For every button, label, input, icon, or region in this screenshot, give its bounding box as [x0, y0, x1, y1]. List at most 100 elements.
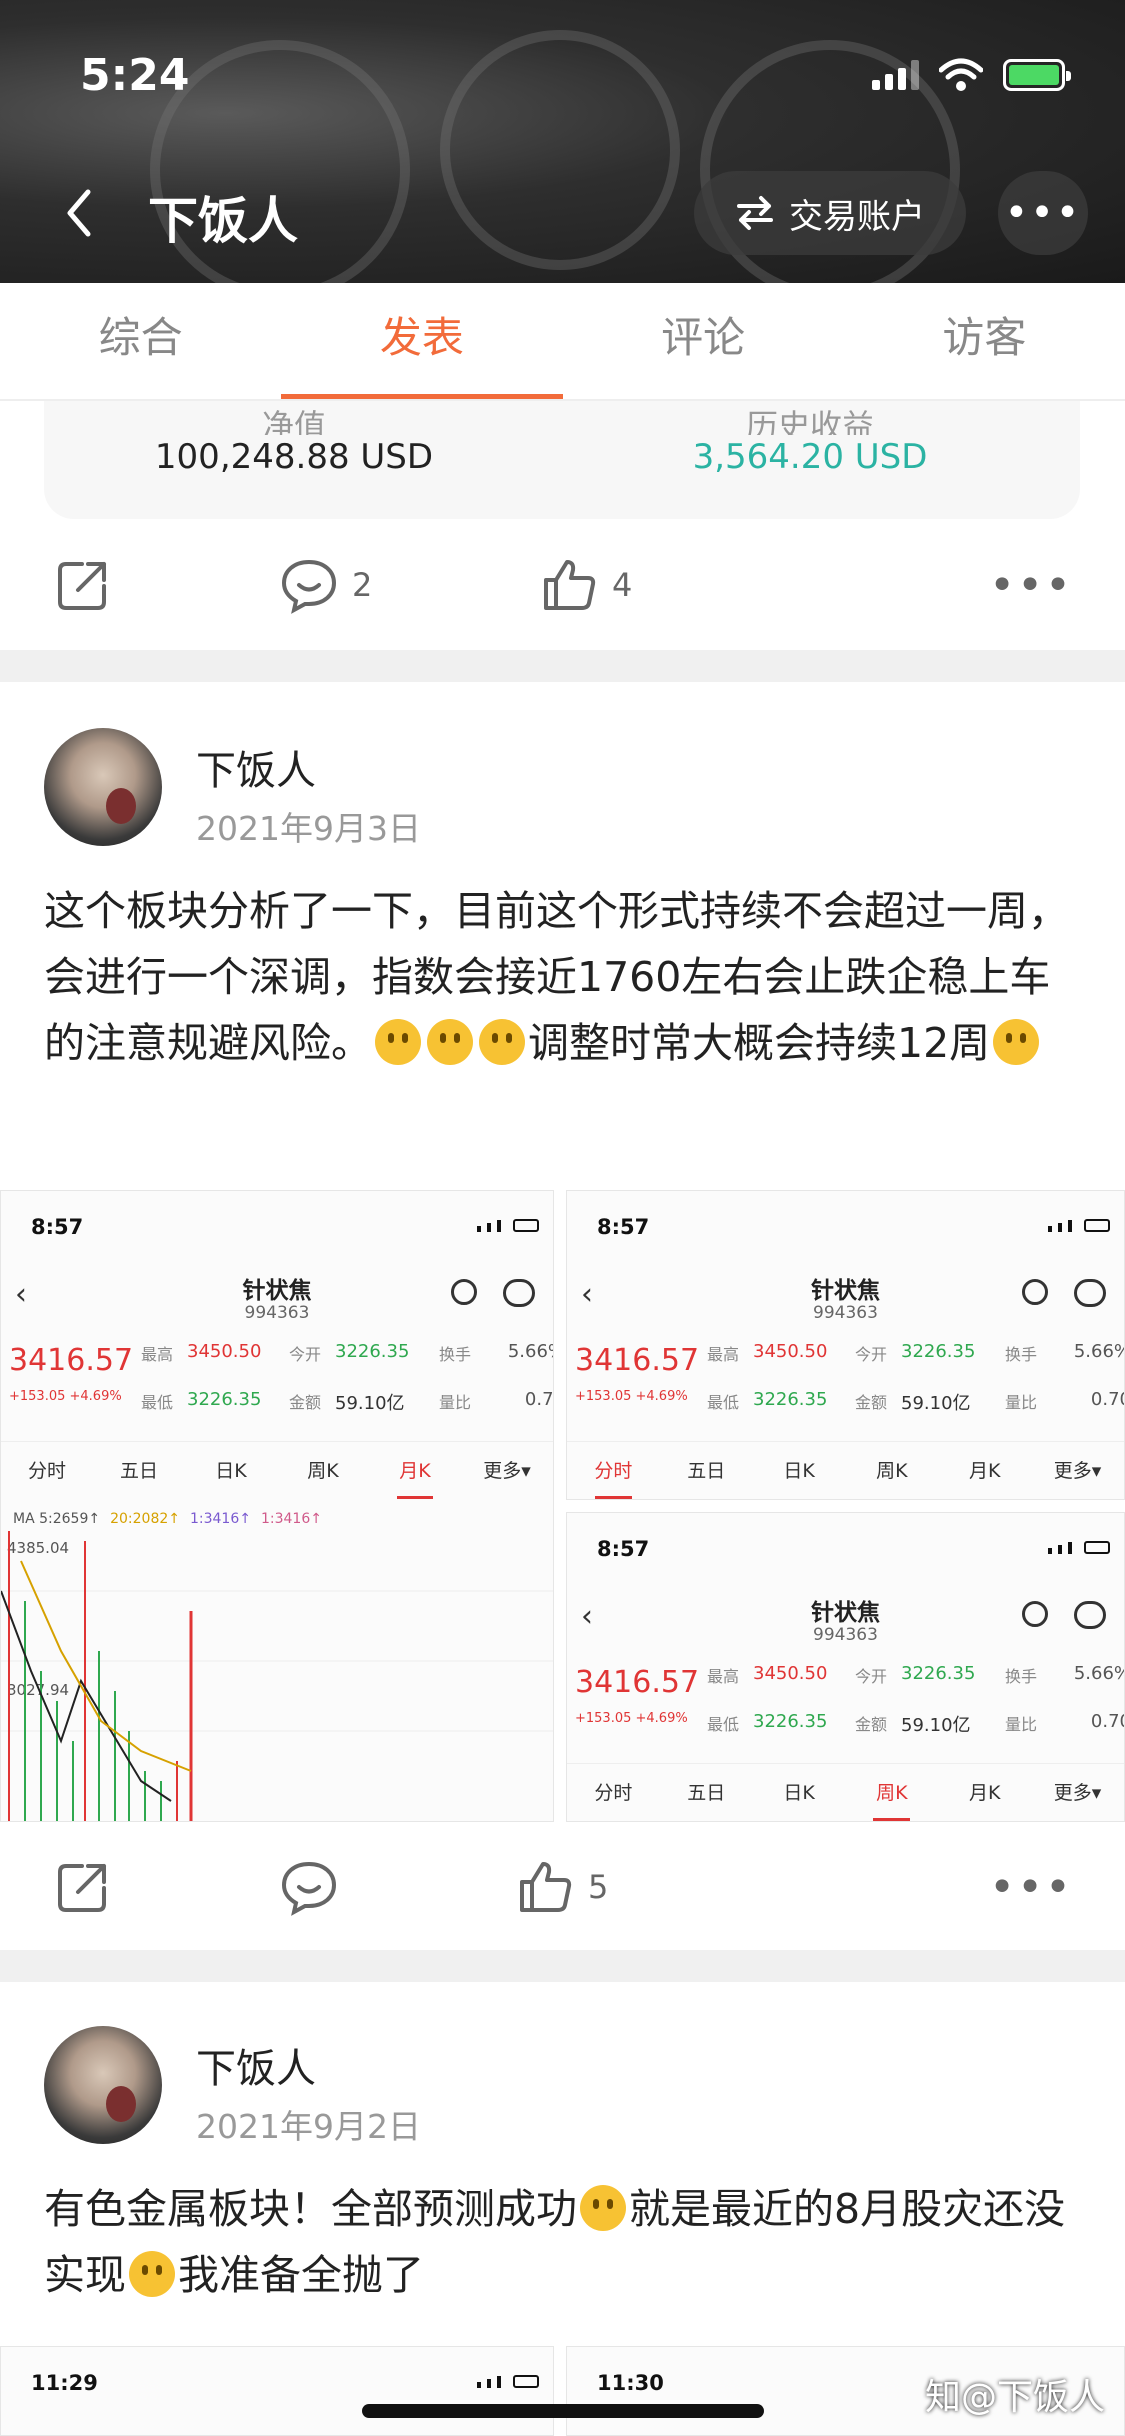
post-text-part: 调整时常大概会持续12周 — [528, 1019, 991, 1067]
thumbs-up-icon — [520, 1862, 572, 1912]
history-gain: 3,564.20 USD — [692, 437, 928, 477]
image-tab: 月K — [968, 1460, 1001, 1482]
ma-20: 20:2082↑ — [110, 1511, 180, 1527]
label-high: 最高 — [707, 1667, 740, 1686]
image-status-time: 11:29 — [31, 2371, 98, 2395]
image-tab: 更多▾ — [483, 1460, 531, 1482]
image-tab: 分时 — [27, 1460, 66, 1482]
image-quote-row: 最高 3450.50 今开 3226.35 换手 5.66% — [141, 1341, 553, 1365]
value-low: 3226.35 — [753, 1711, 828, 1732]
post-image[interactable]: 8:57 ‹ 针状焦 994363 3416.57 +153.05 +4.69%… — [566, 1190, 1125, 1500]
trade-account-label: 交易账户 — [789, 196, 925, 237]
history-gain-label: 历史收益 — [745, 407, 874, 435]
image-status-icons — [477, 1219, 539, 1232]
image-price: 3416.57 — [9, 1343, 134, 1378]
image-change: +153.05 +4.69% — [575, 1389, 688, 1404]
image-tab: 日K — [783, 1782, 815, 1804]
post-more-button[interactable]: ••• — [989, 560, 1073, 611]
image-search-icon — [1022, 1601, 1048, 1627]
image-search-icon — [451, 1279, 477, 1305]
post-image[interactable]: 11:29 — [0, 2346, 554, 2436]
post-author[interactable]: 下饭人 — [196, 2036, 316, 2094]
value-high: 3450.50 — [753, 1341, 828, 1362]
comment-count: 2 — [352, 566, 373, 604]
value-amount: 59.10亿 — [335, 1393, 405, 1414]
image-stock-code: 994363 — [813, 1303, 878, 1323]
more-options-button[interactable]: ••• — [998, 171, 1088, 255]
swap-arrows-icon — [737, 196, 773, 230]
upside-down-face-emoji-icon — [479, 1019, 525, 1065]
status-time: 5:24 — [80, 50, 190, 101]
section-divider — [0, 650, 1125, 682]
image-tab: 日K — [215, 1460, 247, 1482]
account-stats-card: 净值 100,248.88 USD 历史收益 3,564.20 USD — [44, 401, 1080, 519]
image-stock-code: 994363 — [813, 1625, 878, 1645]
avatar[interactable] — [44, 2026, 162, 2144]
value-ratio: 0.70 — [1090, 1389, 1124, 1410]
profile-header: 5:24 下饭人 交易账户 ••• — [0, 0, 1125, 283]
label-low: 最低 — [707, 1393, 740, 1412]
value-open: 3226.35 — [335, 1341, 410, 1362]
like-button[interactable]: 5 — [516, 1832, 608, 1942]
net-value-label: 净值 — [261, 407, 326, 435]
image-chat-icon — [1074, 1601, 1106, 1629]
comment-button[interactable]: 2 — [280, 530, 372, 640]
section-divider — [0, 1950, 1125, 1982]
profile-tabs: 综合 发表 评论 访客 — [0, 283, 1125, 401]
like-button[interactable]: 4 — [540, 530, 632, 640]
thumbs-up-icon — [544, 560, 596, 610]
label-amount: 金额 — [855, 1715, 888, 1734]
image-status-time: 8:57 — [597, 1215, 650, 1239]
image-tab: 月K — [968, 1782, 1001, 1804]
value-ratio: 0.70 — [524, 1389, 554, 1410]
like-count: 5 — [588, 1868, 609, 1906]
label-amount: 金额 — [289, 1393, 322, 1412]
image-quote-row: 最高 3450.50 今开 3226.35 换手 5.66% — [707, 1663, 1124, 1687]
label-turnover: 换手 — [1005, 1667, 1038, 1686]
image-status-time: 8:57 — [597, 1537, 650, 1561]
image-period-tabs: 分时 五日 日K 周K 月K 更多▾ — [567, 1763, 1124, 1821]
post-action-bar: 5 ••• — [0, 1832, 1125, 1942]
back-button[interactable] — [40, 165, 118, 261]
comment-icon — [281, 1861, 337, 1916]
post-author[interactable]: 下饭人 — [196, 738, 316, 796]
image-status-time: 8:57 — [31, 1215, 84, 1239]
chevron-left-icon — [67, 189, 91, 237]
tab-visitors[interactable]: 访客 — [844, 283, 1125, 399]
post-more-button[interactable]: ••• — [989, 1862, 1073, 1913]
value-turnover: 5.66% — [507, 1341, 553, 1362]
label-turnover: 换手 — [439, 1345, 472, 1364]
image-quote-row: 最低 3226.35 金额 59.10亿 量比 0.70 — [707, 1389, 1124, 1415]
avatar[interactable] — [44, 728, 162, 846]
comment-button[interactable] — [280, 1832, 338, 1942]
tab-posts[interactable]: 发表 — [281, 283, 563, 399]
image-tab: 更多▾ — [1053, 1460, 1102, 1482]
share-button[interactable] — [54, 530, 112, 640]
label-ratio: 量比 — [1005, 1715, 1038, 1734]
label-open: 今开 — [289, 1345, 322, 1364]
image-tab: 日K — [783, 1460, 815, 1482]
post-image[interactable]: 8:57 ‹ 针状焦 994363 3416.57 +153.05 +4.69%… — [566, 1512, 1125, 1822]
watermark: 知@下饭人 — [924, 2377, 1105, 2418]
post-action-bar: 2 4 ••• — [0, 530, 1125, 640]
tab-overview[interactable]: 综合 — [0, 283, 281, 399]
status-bar: 5:24 — [0, 50, 1125, 110]
tab-comments[interactable]: 评论 — [563, 283, 844, 399]
image-period-tabs: 分时 五日 日K 周K 月K 更多▾ — [567, 1441, 1124, 1499]
image-price: 3416.57 — [575, 1665, 700, 1700]
trade-account-button[interactable]: 交易账户 — [694, 171, 966, 255]
image-chat-icon — [1074, 1279, 1106, 1307]
share-button[interactable] — [54, 1832, 112, 1942]
image-chat-icon — [503, 1279, 535, 1307]
value-low: 3226.35 — [753, 1389, 828, 1410]
post-image[interactable]: 8:57 ‹ 针状焦 994363 3416.57 +153.05 +4.69%… — [0, 1190, 554, 1822]
image-stock-code: 994363 — [244, 1303, 310, 1323]
image-tab-active: 月K — [369, 1442, 461, 1501]
image-tab: 更多▾ — [1053, 1782, 1102, 1804]
share-icon — [58, 1864, 106, 1912]
value-low: 3226.35 — [187, 1389, 262, 1410]
label-low: 最低 — [141, 1393, 174, 1412]
ma-1: 1:3416↑ — [189, 1511, 251, 1527]
image-tab: 五日 — [119, 1460, 158, 1482]
page-title: 下饭人 — [148, 192, 298, 250]
